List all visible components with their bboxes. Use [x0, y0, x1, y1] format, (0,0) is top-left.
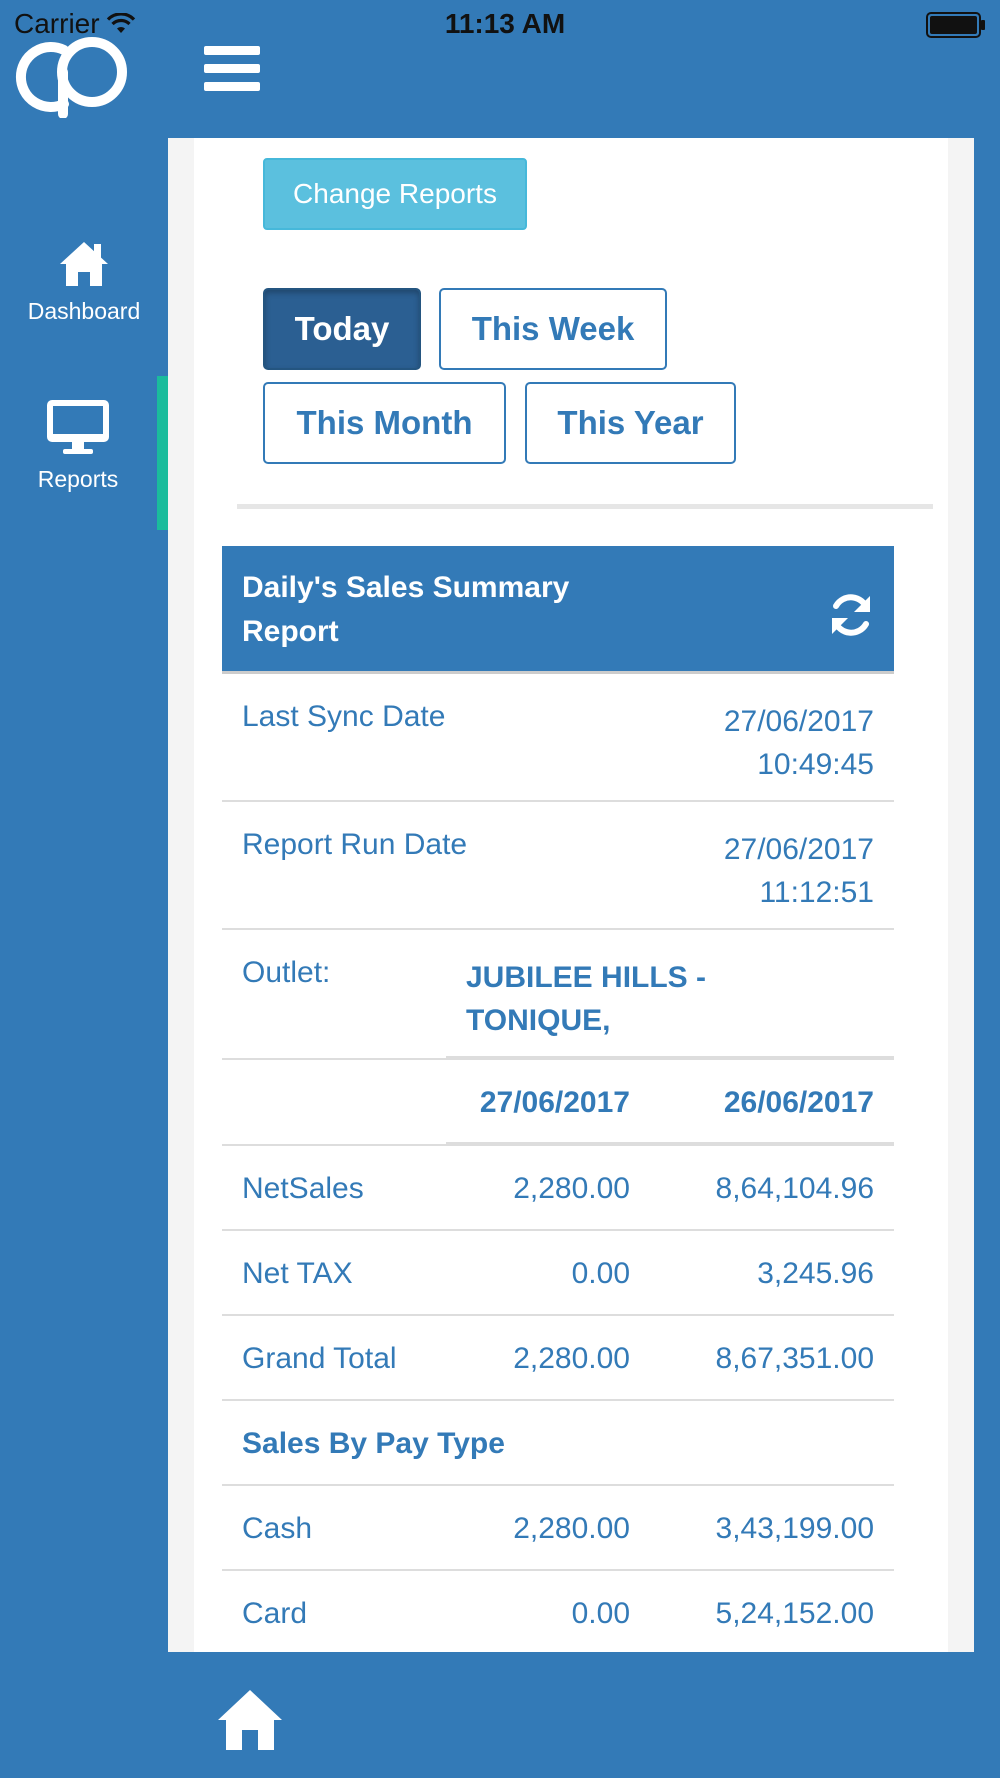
row-value: 2,280.00	[513, 1512, 630, 1545]
row-value: 2,280.00	[513, 1342, 630, 1375]
report-run-date: 27/06/2017	[723, 833, 874, 866]
report-run-value: 27/06/2017 11:12:51	[724, 828, 874, 914]
status-bar: Carrier 11:13 AM	[0, 0, 1000, 48]
outlet-row: Outlet: JUBILEE HILLS - TONIQUE,	[222, 930, 894, 1060]
bottom-home-icon[interactable]	[216, 1688, 284, 1752]
row-label: NetSales	[242, 1172, 364, 1205]
outlet-label: Outlet:	[242, 956, 331, 989]
sales-summary-report: Daily's Sales Summary Report Last Sync D…	[222, 546, 894, 1652]
period-this-year-button[interactable]: This Year	[525, 382, 736, 464]
row-value: 3,43,199.00	[715, 1512, 874, 1545]
table-row: Cash 2,280.00 3,43,199.00	[222, 1486, 894, 1571]
date-header-row: 27/06/2017 26/06/2017	[222, 1060, 894, 1146]
table-row: Grand Total 2,280.00 8,67,351.00	[222, 1316, 894, 1401]
section-header-row: Sales By Pay Type	[222, 1401, 894, 1486]
hamburger-bar	[204, 46, 260, 55]
table-row: Net TAX 0.00 3,245.96	[222, 1231, 894, 1316]
main-content: Change Reports Today This Week This Mont…	[168, 138, 974, 1652]
row-value: 5,24,152.00	[715, 1597, 874, 1630]
row-label: Net TAX	[242, 1257, 353, 1290]
section-divider	[237, 504, 933, 509]
row-label: Card	[242, 1597, 308, 1630]
last-sync-date: 27/06/2017	[723, 705, 874, 738]
row-label: Cash	[242, 1512, 313, 1545]
row-value: 8,67,351.00	[715, 1342, 874, 1375]
sidebar-item-label: Reports	[37, 466, 119, 492]
active-indicator	[157, 376, 168, 530]
outlet-name: JUBILEE HILLS - TONIQUE,	[466, 956, 766, 1042]
row-value: 0.00	[571, 1257, 630, 1290]
menu-button[interactable]	[204, 46, 260, 94]
report-run-time: 11:12:51	[759, 876, 874, 909]
report-run-label: Report Run Date	[242, 828, 468, 861]
column-header: 26/06/2017	[723, 1086, 874, 1119]
refresh-icon[interactable]	[826, 590, 876, 640]
sidebar-item-label: Dashboard	[27, 298, 141, 324]
row-value: 3,245.96	[757, 1257, 874, 1290]
clock: 11:13 AM	[444, 8, 566, 39]
outlet-name-line: TONIQUE,	[466, 1004, 611, 1037]
app-logo[interactable]	[8, 34, 140, 118]
sidebar: Dashboard Reports	[0, 138, 168, 1652]
report-header: Daily's Sales Summary Report	[222, 546, 894, 674]
row-value: 2,280.00	[513, 1172, 630, 1205]
battery-icon	[926, 12, 985, 38]
period-this-week-button[interactable]: This Week	[439, 288, 667, 370]
report-title: Daily's Sales Summary Report	[242, 566, 642, 654]
last-sync-row: Last Sync Date 27/06/2017 10:49:45	[222, 674, 894, 802]
row-label: Grand Total	[242, 1342, 397, 1375]
row-value: 8,64,104.96	[715, 1172, 874, 1205]
hamburger-bar	[204, 82, 260, 91]
home-icon	[60, 242, 108, 286]
sidebar-item-dashboard[interactable]: Dashboard	[0, 238, 168, 325]
row-value: 0.00	[571, 1597, 630, 1630]
last-sync-time: 10:49:45	[757, 748, 874, 781]
last-sync-label: Last Sync Date	[242, 700, 446, 733]
report-run-row: Report Run Date 27/06/2017 11:12:51	[222, 802, 894, 930]
period-this-month-button[interactable]: This Month	[263, 382, 506, 464]
outlet-name-line: JUBILEE HILLS -	[466, 961, 707, 994]
report-title-line: Report	[242, 615, 339, 648]
table-row: NetSales 2,280.00 8,64,104.96	[222, 1146, 894, 1231]
period-today-button[interactable]: Today	[263, 288, 421, 370]
section-title: Sales By Pay Type	[242, 1427, 505, 1460]
hamburger-bar	[204, 64, 260, 73]
table-row: Card 0.00 5,24,152.00	[222, 1571, 894, 1652]
monitor-icon	[47, 400, 109, 454]
change-reports-button[interactable]: Change Reports	[263, 158, 527, 230]
column-header: 27/06/2017	[479, 1086, 630, 1119]
last-sync-value: 27/06/2017 10:49:45	[724, 700, 874, 786]
report-title-line: Daily's Sales Summary	[242, 571, 570, 604]
sidebar-item-reports[interactable]: Reports	[0, 398, 168, 493]
